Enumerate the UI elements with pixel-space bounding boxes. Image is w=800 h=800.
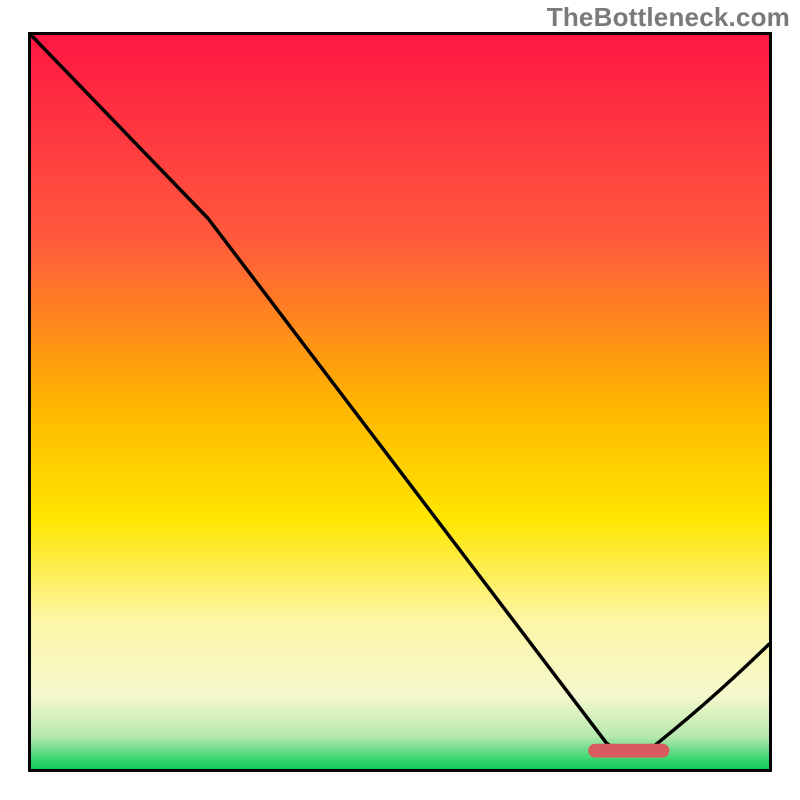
chart-stage: TheBottleneck.com [0, 0, 800, 800]
optimal-marker [588, 744, 669, 758]
plot-overlay [31, 35, 769, 769]
watermark-text: TheBottleneck.com [547, 2, 790, 33]
plot-frame [28, 32, 772, 772]
bottleneck-curve [31, 35, 769, 755]
